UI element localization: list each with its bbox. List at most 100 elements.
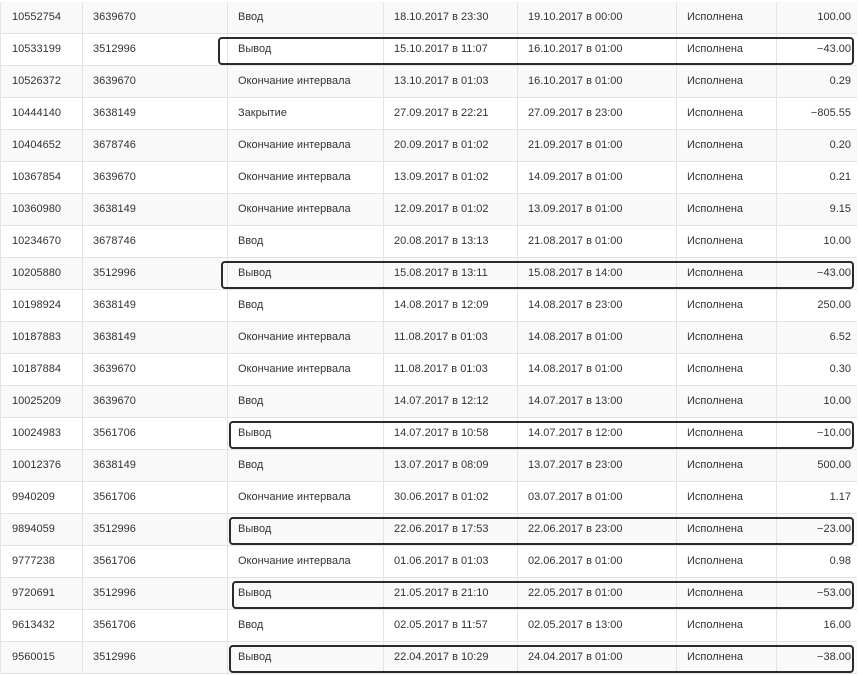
executed-date-cell: 14.08.2017 в 01:00 xyxy=(518,322,677,353)
account-number-cell: 3639670 xyxy=(83,66,228,97)
table-row[interactable]: 10234670 3678746 Ввод 20.08.2017 в 13:13 21.… xyxy=(1,226,857,258)
operation-id-cell: 10205880 xyxy=(1,258,83,289)
amount-cell: 500.00 xyxy=(817,459,851,471)
operation-type-cell: Ввод xyxy=(228,610,384,641)
amount-cell: −805.55 xyxy=(810,107,851,119)
created-date-cell: 15.10.2017 в 11:07 xyxy=(384,34,518,65)
created-date-cell: 13.07.2017 в 08:09 xyxy=(384,450,518,481)
operation-type-cell: Вывод xyxy=(228,258,384,289)
operation-id-cell: 9613432 xyxy=(1,610,83,641)
table-row[interactable]: 10025209 3639670 Ввод 14.07.2017 в 12:12 14.… xyxy=(1,386,857,418)
table-row[interactable]: 9720691 3512996 Вывод 21.05.2017 в 21:10 22.… xyxy=(1,578,857,610)
table-row[interactable]: 10187884 3639670 Окончание интервала 11.08.… xyxy=(1,354,857,386)
account-number-cell: 3512996 xyxy=(83,514,228,545)
operation-id-cell: 9894059 xyxy=(1,514,83,545)
table-row[interactable]: 9894059 3512996 Вывод 22.06.2017 в 17:53 22.… xyxy=(1,514,857,546)
status-cell: Исполнена xyxy=(677,450,777,481)
amount-cell: −43.00 xyxy=(817,43,851,55)
operation-id-cell: 10187883 xyxy=(1,322,83,353)
operation-type-cell: Окончание интервала xyxy=(228,322,384,353)
status-cell: Исполнена xyxy=(677,34,777,65)
table-row[interactable]: 10444140 3638149 Закрытие 27.09.2017 в 22:2… xyxy=(1,98,857,130)
account-number-cell: 3512996 xyxy=(83,34,228,65)
table-row[interactable]: 10367854 3639670 Окончание интервала 13.09.… xyxy=(1,162,857,194)
status-cell: Исполнена xyxy=(677,130,777,161)
executed-date-cell: 13.09.2017 в 01:00 xyxy=(518,194,677,225)
account-number-cell: 3638149 xyxy=(83,322,228,353)
operation-id-cell: 10552754 xyxy=(1,2,83,33)
created-date-cell: 14.07.2017 в 12:12 xyxy=(384,386,518,417)
created-date-cell: 18.10.2017 в 23:30 xyxy=(384,2,518,33)
operation-type-cell: Окончание интервала xyxy=(228,546,384,577)
executed-date-cell: 14.07.2017 в 13:00 xyxy=(518,386,677,417)
amount-cell: 0.98 xyxy=(829,555,851,567)
amount-cell: 6.52 xyxy=(829,331,851,343)
table-row[interactable]: 10024983 3561706 Вывод 14.07.2017 в 10:58 14… xyxy=(1,418,857,450)
operation-type-cell: Вывод xyxy=(228,642,384,673)
table-row[interactable]: 10533199 3512996 Вывод 15.10.2017 в 11:07 16… xyxy=(1,34,857,66)
table-row[interactable]: 9560015 3512996 Вывод 22.04.2017 в 10:29 24.… xyxy=(1,642,857,674)
operation-id-cell: 9560015 xyxy=(1,642,83,673)
status-cell: Исполнена xyxy=(677,482,777,513)
account-number-cell: 3561706 xyxy=(83,546,228,577)
account-number-cell: 3512996 xyxy=(83,578,228,609)
operation-id-cell: 10367854 xyxy=(1,162,83,193)
status-cell: Исполнена xyxy=(677,258,777,289)
created-date-cell: 22.04.2017 в 10:29 xyxy=(384,642,518,673)
amount-cell: 1.17 xyxy=(829,491,851,503)
status-cell: Исполнена xyxy=(677,98,777,129)
table-row[interactable]: 10552754 3639670 Ввод 18.10.2017 в 23:30 19.… xyxy=(1,2,857,34)
executed-date-cell: 27.09.2017 в 23:00 xyxy=(518,98,677,129)
operation-id-cell: 10234670 xyxy=(1,226,83,257)
created-date-cell: 01.06.2017 в 01:03 xyxy=(384,546,518,577)
created-date-cell: 13.09.2017 в 01:02 xyxy=(384,162,518,193)
amount-cell: 0.30 xyxy=(829,363,851,375)
amount-cell: 9.15 xyxy=(829,203,851,215)
table-row[interactable]: 9777238 3561706 Окончание интервала 01.06.2… xyxy=(1,546,857,578)
created-date-cell: 20.09.2017 в 01:02 xyxy=(384,130,518,161)
executed-date-cell: 21.08.2017 в 01:00 xyxy=(518,226,677,257)
account-number-cell: 3639670 xyxy=(83,354,228,385)
table-row[interactable]: 9613432 3561706 Ввод 02.05.2017 в 11:57 02.0… xyxy=(1,610,857,642)
executed-date-cell: 15.08.2017 в 14:00 xyxy=(518,258,677,289)
operation-id-cell: 10526372 xyxy=(1,66,83,97)
table-row[interactable]: 10198924 3638149 Ввод 14.08.2017 в 12:09 14.… xyxy=(1,290,857,322)
operation-type-cell: Окончание интервала xyxy=(228,194,384,225)
operation-type-cell: Ввод xyxy=(228,290,384,321)
table-row[interactable]: 9940209 3561706 Окончание интервала 30.06.2… xyxy=(1,482,857,514)
account-number-cell: 3561706 xyxy=(83,610,228,641)
table-row[interactable]: 10360980 3638149 Окончание интервала 12.09.… xyxy=(1,194,857,226)
operation-id-cell: 10533199 xyxy=(1,34,83,65)
operation-type-cell: Вывод xyxy=(228,514,384,545)
operation-type-cell: Ввод xyxy=(228,2,384,33)
account-number-cell: 3638149 xyxy=(83,194,228,225)
table-row[interactable]: 10012376 3638149 Ввод 13.07.2017 в 08:09 13.… xyxy=(1,450,857,482)
executed-date-cell: 13.07.2017 в 23:00 xyxy=(518,450,677,481)
table-row[interactable]: 10526372 3639670 Окончание интервала 13.10.… xyxy=(1,66,857,98)
table-row[interactable]: 10404652 3678746 Окончание интервала 20.09.… xyxy=(1,130,857,162)
operation-id-cell: 10444140 xyxy=(1,98,83,129)
executed-date-cell: 14.07.2017 в 12:00 xyxy=(518,418,677,449)
operation-type-cell: Ввод xyxy=(228,450,384,481)
status-cell: Исполнена xyxy=(677,2,777,33)
amount-cell: 0.20 xyxy=(829,139,851,151)
status-cell: Исполнена xyxy=(677,578,777,609)
account-number-cell: 3561706 xyxy=(83,482,228,513)
created-date-cell: 02.05.2017 в 11:57 xyxy=(384,610,518,641)
executed-date-cell: 14.09.2017 в 01:00 xyxy=(518,162,677,193)
table-row[interactable]: 10187883 3638149 Окончание интервала 11.08.… xyxy=(1,322,857,354)
created-date-cell: 27.09.2017 в 22:21 xyxy=(384,98,518,129)
executed-date-cell: 14.08.2017 в 23:00 xyxy=(518,290,677,321)
created-date-cell: 20.08.2017 в 13:13 xyxy=(384,226,518,257)
table-row[interactable]: 10205880 3512996 Вывод 15.08.2017 в 13:11 15… xyxy=(1,258,857,290)
operation-id-cell: 10024983 xyxy=(1,418,83,449)
amount-cell: −38.00 xyxy=(817,651,851,663)
amount-cell: 0.29 xyxy=(829,75,851,87)
executed-date-cell: 24.04.2017 в 01:00 xyxy=(518,642,677,673)
operation-type-cell: Окончание интервала xyxy=(228,130,384,161)
amount-cell: 16.00 xyxy=(823,619,851,631)
created-date-cell: 22.06.2017 в 17:53 xyxy=(384,514,518,545)
operation-id-cell: 9940209 xyxy=(1,482,83,513)
amount-cell: 250.00 xyxy=(817,299,851,311)
operation-id-cell: 10198924 xyxy=(1,290,83,321)
